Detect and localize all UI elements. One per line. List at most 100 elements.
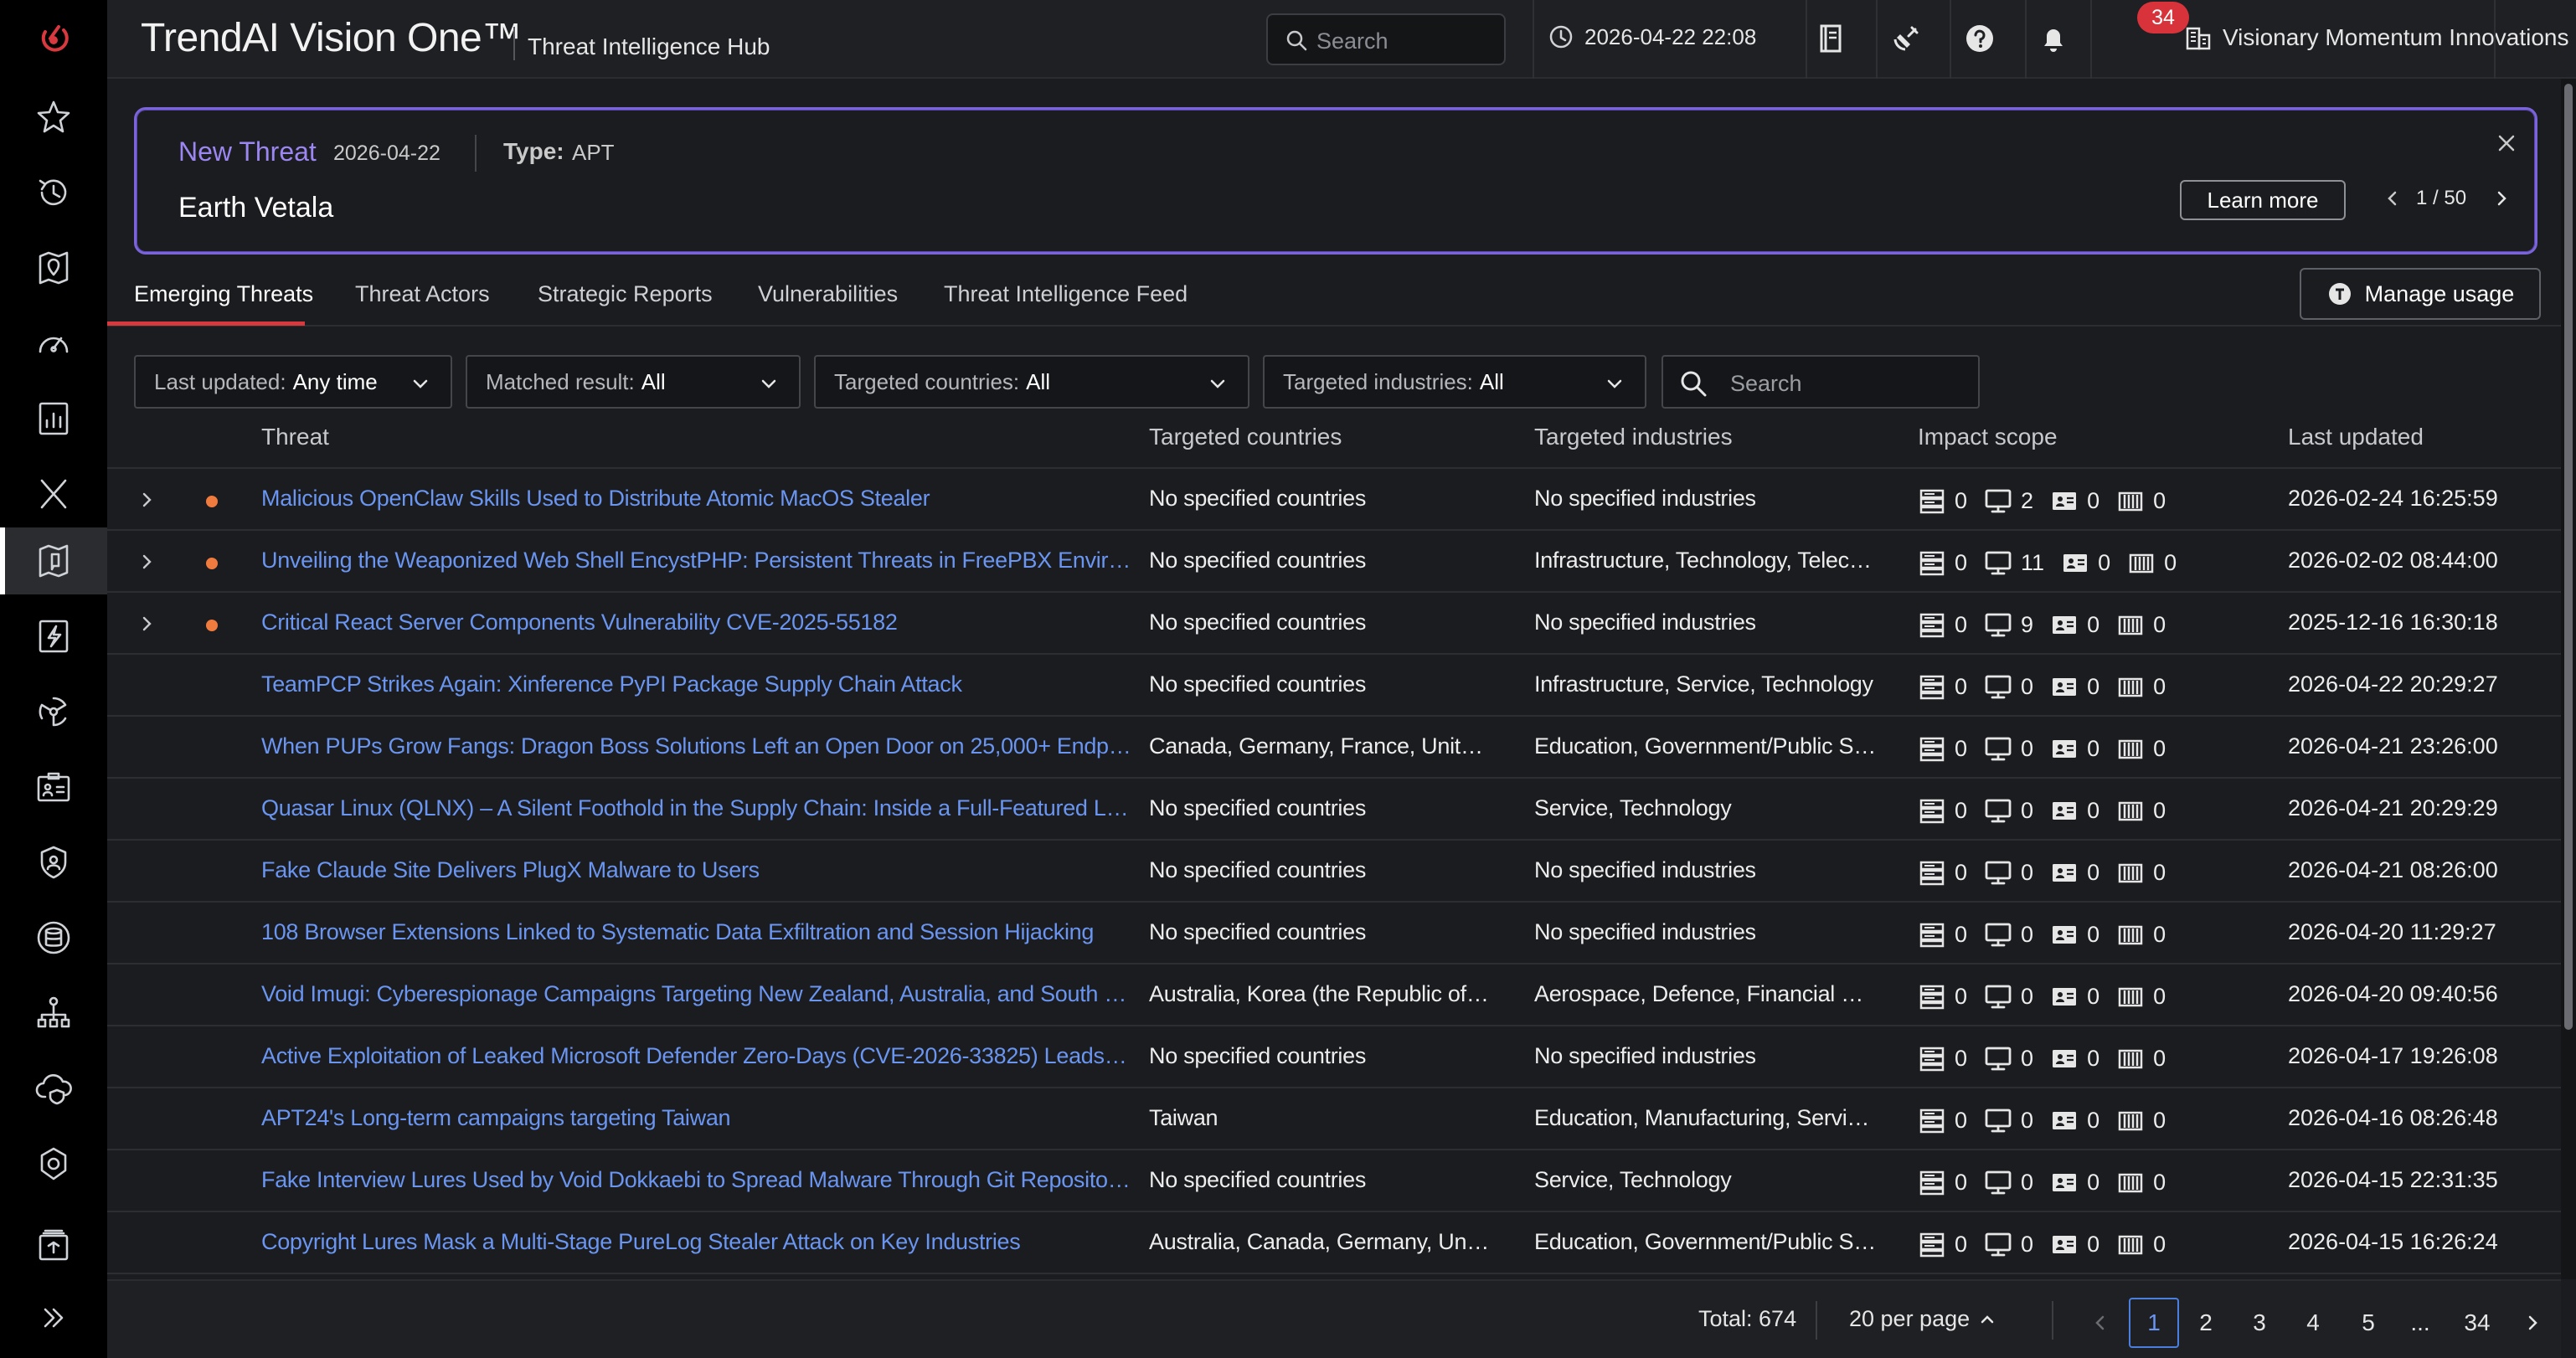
tab-emerging-threats[interactable]: Emerging Threats [134, 281, 313, 307]
filter-matched-result[interactable]: Matched result: All [466, 355, 801, 409]
page-2-button[interactable]: 2 [2189, 1298, 2223, 1348]
page-34-button[interactable]: 34 [2460, 1298, 2494, 1348]
impact-count[interactable]: 0 [2153, 984, 2166, 1010]
impact-count[interactable]: 0 [2087, 488, 2099, 514]
column-header-threat[interactable]: Threat [261, 424, 329, 450]
impact-count[interactable]: 0 [2153, 798, 2166, 824]
table-row[interactable]: 108 Browser Extensions Linked to Systema… [107, 903, 2561, 964]
star-icon[interactable] [0, 84, 107, 151]
impact-count[interactable]: 0 [2087, 1046, 2099, 1072]
chevron-left-icon[interactable] [2383, 188, 2403, 208]
impact-count[interactable]: 0 [2021, 798, 2033, 824]
help-icon[interactable] [1960, 18, 2000, 59]
threat-link[interactable]: Active Exploitation of Leaked Microsoft … [261, 1043, 1132, 1069]
table-row[interactable]: Fake Interview Lures Used by Void Dokkae… [107, 1150, 2561, 1212]
impact-count[interactable]: 0 [2021, 1170, 2033, 1196]
chevron-right-icon[interactable] [2491, 188, 2512, 208]
table-row[interactable]: Quasar Linux (QLNX) – A Silent Foothold … [107, 779, 2561, 841]
table-row[interactable]: Void Imugi: Cyberespionage Campaigns Tar… [107, 964, 2561, 1026]
radiation-icon[interactable] [0, 678, 107, 745]
threat-link[interactable]: Malicious OpenClaw Skills Used to Distri… [261, 486, 1132, 512]
table-row[interactable]: When PUPs Grow Fangs: Dragon Boss Soluti… [107, 717, 2561, 779]
impact-count[interactable]: 0 [1955, 612, 1967, 638]
per-page-selector[interactable]: 20 per page [1849, 1306, 1996, 1332]
threat-link[interactable]: Unveiling the Weaponized Web Shell Encys… [261, 548, 1132, 574]
banner-threat-name[interactable]: Earth Vetala [178, 192, 333, 224]
impact-count[interactable]: 0 [2098, 550, 2110, 576]
threat-link[interactable]: Void Imugi: Cyberespionage Campaigns Tar… [261, 981, 1132, 1007]
impact-count[interactable]: 0 [2087, 798, 2099, 824]
filter-last-updated[interactable]: Last updated: Any time [134, 355, 452, 409]
page-4-button[interactable]: 4 [2296, 1298, 2330, 1348]
organization-selector[interactable]: Visionary Momentum Innovations [2184, 23, 2576, 52]
impact-count[interactable]: 0 [1955, 798, 1967, 824]
logo-icon[interactable] [0, 7, 107, 74]
threat-search-input[interactable]: Search [1662, 355, 1980, 409]
threat-link[interactable]: APT24's Long-term campaigns targeting Ta… [261, 1105, 1132, 1131]
history-icon[interactable] [0, 159, 107, 226]
table-row[interactable]: Unveiling the Weaponized Web Shell Encys… [107, 531, 2561, 593]
map-pin-icon[interactable] [0, 234, 107, 301]
impact-count[interactable]: 0 [1955, 922, 1967, 948]
impact-count[interactable]: 0 [2087, 1108, 2099, 1134]
impact-count[interactable]: 0 [1955, 736, 1967, 762]
impact-count[interactable]: 0 [2153, 488, 2166, 514]
page-ellipsis[interactable]: ... [2403, 1298, 2437, 1348]
impact-count[interactable]: 0 [2021, 1108, 2033, 1134]
impact-count[interactable]: 0 [2021, 922, 2033, 948]
tab-strategic-reports[interactable]: Strategic Reports [538, 281, 713, 307]
lightning-icon[interactable] [0, 603, 107, 670]
impact-count[interactable]: 0 [1955, 860, 1967, 886]
marketplace-icon[interactable] [0, 1211, 107, 1278]
threat-intel-icon[interactable] [0, 527, 107, 594]
threat-link[interactable]: Critical React Server Components Vulnera… [261, 610, 1132, 635]
threat-link[interactable]: Copyright Lures Mask a Multi-Stage PureL… [261, 1229, 1132, 1255]
threat-link[interactable]: Quasar Linux (QLNX) – A Silent Foothold … [261, 795, 1132, 821]
manage-usage-button[interactable]: Manage usage [2300, 268, 2541, 320]
impact-count[interactable]: 0 [2153, 922, 2166, 948]
prev-page-button[interactable] [2084, 1298, 2117, 1348]
impact-count[interactable]: 0 [2087, 1170, 2099, 1196]
chevron-right-icon[interactable] [137, 615, 156, 633]
chevron-right-icon[interactable] [137, 553, 156, 571]
impact-count[interactable]: 0 [2021, 1232, 2033, 1258]
impact-count[interactable]: 0 [2153, 860, 2166, 886]
impact-count[interactable]: 0 [2153, 674, 2166, 700]
learn-more-button[interactable]: Learn more [2180, 180, 2346, 220]
expand-icon[interactable] [0, 1284, 107, 1351]
gear-shield-icon[interactable] [0, 1130, 107, 1197]
impact-count[interactable]: 0 [2153, 1232, 2166, 1258]
documentation-icon[interactable] [1811, 18, 1851, 59]
next-page-button[interactable] [2516, 1298, 2549, 1348]
threat-link[interactable]: When PUPs Grow Fangs: Dragon Boss Soluti… [261, 733, 1132, 759]
impact-count[interactable]: 0 [1955, 1108, 1967, 1134]
impact-count[interactable]: 0 [2021, 674, 2033, 700]
column-header-updated[interactable]: Last updated [2288, 424, 2424, 450]
impact-count[interactable]: 0 [1955, 488, 1967, 514]
report-chart-icon[interactable] [0, 385, 107, 452]
impact-count[interactable]: 0 [2087, 984, 2099, 1010]
shield-user-icon[interactable] [0, 829, 107, 896]
impact-count[interactable]: 0 [2087, 860, 2099, 886]
scrollbar-thumb[interactable] [2564, 84, 2573, 1030]
id-card-icon[interactable] [0, 754, 107, 820]
threat-link[interactable]: Fake Claude Site Delivers PlugX Malware … [261, 857, 1132, 883]
table-row[interactable]: Critical React Server Components Vulnera… [107, 593, 2561, 655]
table-row[interactable]: Copyright Lures Mask a Multi-Stage PureL… [107, 1212, 2561, 1274]
column-header-impact[interactable]: Impact scope [1918, 424, 2058, 450]
impact-count[interactable]: 11 [2021, 550, 2044, 576]
impact-count[interactable]: 0 [2087, 1232, 2099, 1258]
impact-count[interactable]: 0 [2021, 1046, 2033, 1072]
impact-count[interactable]: 0 [1955, 1170, 1967, 1196]
column-header-industries[interactable]: Targeted industries [1534, 424, 1733, 450]
impact-count[interactable]: 0 [1955, 1046, 1967, 1072]
global-search-input[interactable]: Search [1266, 13, 1506, 65]
impact-count[interactable]: 2 [2021, 488, 2033, 514]
impact-count[interactable]: 0 [1955, 674, 1967, 700]
cloud-shield-icon[interactable] [0, 1055, 107, 1122]
impact-count[interactable]: 0 [2021, 860, 2033, 886]
chevron-right-icon[interactable] [137, 491, 156, 509]
close-icon[interactable] [2495, 131, 2518, 155]
impact-count[interactable]: 0 [2087, 736, 2099, 762]
bell-icon[interactable] [2033, 18, 2074, 59]
